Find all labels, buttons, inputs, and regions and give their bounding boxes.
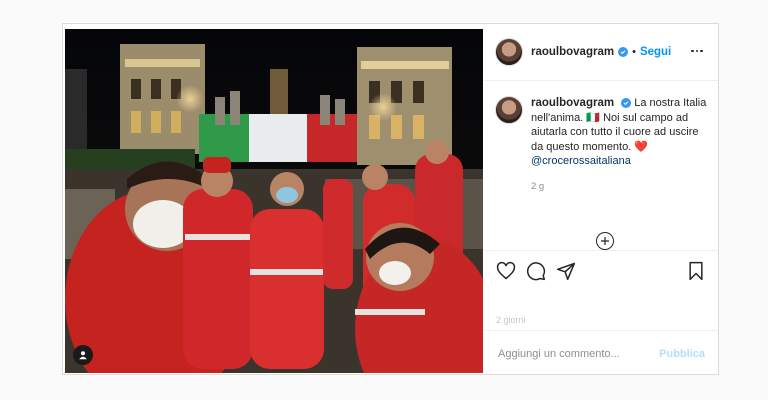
header-separator: • — [632, 46, 636, 58]
verified-badge-icon — [618, 47, 629, 57]
post-photo[interactable] — [65, 29, 483, 373]
header-username[interactable]: raoulbovagram — [531, 46, 614, 58]
bookmark-icon[interactable] — [686, 261, 706, 281]
tag-user-icon[interactable] — [73, 345, 93, 365]
post-side-panel: raoulbovagram • Segui raoulbovagram La n… — [484, 24, 718, 374]
publish-button[interactable]: Pubblica — [659, 348, 705, 360]
more-options-icon[interactable] — [690, 44, 704, 58]
flag-emoji: 🇮🇹 — [586, 111, 601, 124]
comment-icon[interactable] — [526, 261, 546, 281]
caption-time: 2 g — [531, 181, 545, 192]
post-caption: raoulbovagram La nostra Italia nell'anim… — [495, 96, 710, 169]
post-header: raoulbovagram • Segui — [484, 24, 718, 81]
avatar[interactable] — [495, 38, 523, 66]
comment-box: Pubblica — [484, 330, 718, 377]
heart-icon[interactable] — [496, 261, 516, 281]
plus-circle-icon[interactable] — [596, 232, 614, 250]
caption-avatar[interactable] — [495, 96, 523, 124]
post-actions: 2 giorni — [484, 250, 718, 325]
follow-button[interactable]: Segui — [640, 46, 671, 58]
mention-link[interactable]: @crocerossaitaliana — [531, 155, 631, 167]
comment-input[interactable] — [496, 347, 650, 361]
caption-username[interactable]: raoulbovagram — [531, 97, 614, 109]
caption-text: raoulbovagram La nostra Italia nell'anim… — [531, 96, 710, 169]
faded-timestamp: 2 giorni — [496, 315, 526, 325]
post-photo-illustration — [65, 29, 483, 373]
verified-badge-icon — [621, 98, 632, 109]
instagram-post: raoulbovagram • Segui raoulbovagram La n… — [62, 23, 719, 375]
share-icon[interactable] — [556, 261, 576, 281]
heart-emoji: ❤️ — [634, 140, 649, 153]
